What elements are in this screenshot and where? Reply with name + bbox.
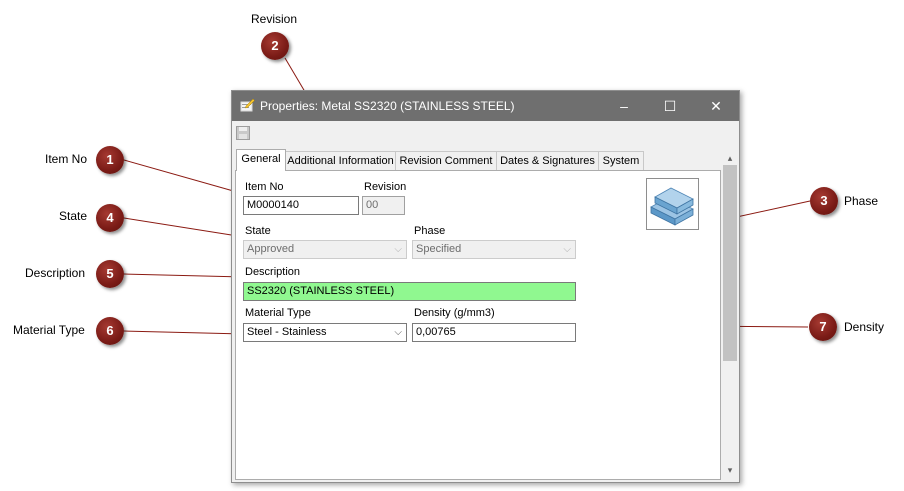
callout-line-6 bbox=[123, 330, 245, 335]
revision-field: 00 bbox=[362, 196, 405, 215]
callout-line-1 bbox=[123, 159, 245, 195]
material-type-dropdown[interactable]: Steel - Stainless ⌵ bbox=[243, 323, 407, 342]
window-title: Properties: Metal SS2320 (STAINLESS STEE… bbox=[260, 99, 515, 113]
tab-general[interactable]: General bbox=[236, 149, 286, 171]
callout-label-item-no: Item No bbox=[45, 152, 88, 166]
chevron-down-icon: ⌵ bbox=[394, 244, 402, 255]
callout-line-5 bbox=[123, 273, 245, 278]
callout-label-density: Density bbox=[844, 320, 885, 334]
state-dropdown: Approved ⌵ bbox=[243, 240, 407, 259]
phase-value: Specified bbox=[416, 243, 462, 255]
chevron-down-icon[interactable]: ⌵ bbox=[394, 324, 402, 341]
tab-additional-information[interactable]: Additional Information bbox=[285, 151, 396, 170]
maximize-button[interactable]: ☐ bbox=[647, 91, 693, 121]
state-label: State bbox=[245, 225, 271, 237]
scroll-up-icon[interactable]: ▴ bbox=[722, 151, 738, 165]
callout-label-state: State bbox=[59, 209, 88, 223]
density-label: Density (g/mm3) bbox=[414, 307, 495, 319]
tab-system[interactable]: System bbox=[598, 151, 644, 170]
state-value: Approved bbox=[247, 243, 295, 255]
properties-window: Properties: Metal SS2320 (STAINLESS STEE… bbox=[231, 90, 740, 483]
title-bar[interactable]: Properties: Metal SS2320 (STAINLESS STEE… bbox=[232, 91, 739, 121]
callout-badge-7: 7 bbox=[809, 313, 837, 341]
callout-label-phase: Phase bbox=[844, 194, 879, 208]
item-no-label: Item No bbox=[245, 181, 284, 193]
properties-icon bbox=[240, 98, 255, 113]
revision-label: Revision bbox=[364, 181, 407, 193]
callout-badge-4: 4 bbox=[96, 204, 124, 232]
callout-badge-2: 2 bbox=[261, 32, 289, 60]
callout-label-description: Description bbox=[25, 266, 86, 280]
tab-revision-comment[interactable]: Revision Comment bbox=[395, 151, 497, 170]
vertical-scrollbar[interactable]: ▴ ▾ bbox=[722, 149, 738, 480]
item-no-field[interactable]: M0000140 bbox=[243, 196, 359, 215]
toolbar bbox=[232, 121, 739, 147]
chevron-down-icon: ⌵ bbox=[563, 244, 571, 255]
callout-badge-6: 6 bbox=[96, 317, 124, 345]
callout-line-4 bbox=[123, 217, 245, 238]
phase-dropdown: Specified ⌵ bbox=[412, 240, 576, 259]
callout-label-material-type: Material Type bbox=[13, 323, 85, 337]
callout-badge-5: 5 bbox=[96, 260, 124, 288]
general-panel: Item No M0000140 Revision 00 State Appro… bbox=[235, 170, 721, 480]
save-icon[interactable] bbox=[236, 126, 250, 140]
callout-label-revision: Revision bbox=[251, 12, 298, 26]
metal-bars-icon bbox=[646, 178, 699, 230]
phase-label: Phase bbox=[414, 225, 446, 237]
material-type-label: Material Type bbox=[245, 307, 311, 319]
description-label: Description bbox=[245, 266, 301, 278]
minimize-button[interactable]: – bbox=[601, 91, 647, 121]
callout-badge-3: 3 bbox=[810, 187, 838, 215]
description-field[interactable]: SS2320 (STAINLESS STEEL) bbox=[243, 282, 576, 301]
scrollbar-thumb[interactable] bbox=[723, 165, 737, 361]
scroll-down-icon[interactable]: ▾ bbox=[722, 463, 738, 477]
close-button[interactable]: ✕ bbox=[693, 91, 739, 121]
callout-badge-1: 1 bbox=[96, 146, 124, 174]
material-type-value: Steel - Stainless bbox=[247, 326, 327, 338]
density-field[interactable]: 0,00765 bbox=[412, 323, 576, 342]
tab-dates-signatures[interactable]: Dates & Signatures bbox=[496, 151, 599, 170]
